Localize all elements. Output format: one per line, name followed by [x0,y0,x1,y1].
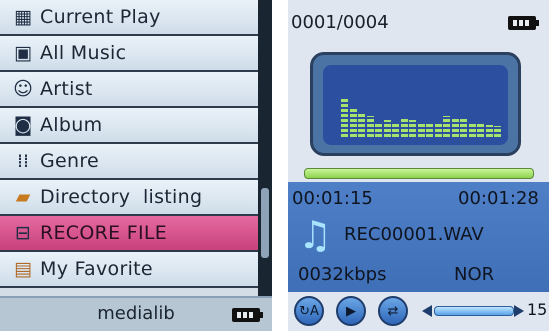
volume-slider[interactable] [434,306,514,316]
equalizer-bar [417,122,425,137]
equalizer-bar [443,116,450,137]
equalizer-bar [366,116,374,137]
menu-item-label: My Favorite [40,258,153,280]
record-file-icon: ⊟ [15,222,31,244]
volume-up-icon[interactable] [514,305,524,317]
track-filename: REC00001.WAV [344,224,484,245]
menu-item-directory-listing[interactable]: ▰ Directory listing [0,180,258,216]
menu-item-label: Genre [40,150,100,172]
menu-item-record-file[interactable]: ⊟ RECORE FILE [0,216,258,252]
equalizer-bar [392,122,399,137]
now-playing-icon: ▦ [14,6,32,28]
battery-full-icon [232,308,263,322]
equalizer-display [310,52,521,156]
progress-bar[interactable] [304,168,534,179]
total-time: 00:01:28 [458,188,539,209]
equalizer-bar [426,123,433,137]
menu-item-genre[interactable]: ⁞⁞ Genre [0,144,258,180]
media-library-screen: ▦ Current Play ▣ All Music ☺ Artist ◙ Al… [0,0,272,331]
genre-icon: ⁞⁞ [16,150,30,172]
menu-item-label: Album [40,114,103,136]
player-screen: 0001/0004 00:01:15 00:01:28 ♫ REC00001.W… [288,0,549,331]
equalizer-bar [468,123,476,137]
equalizer-bar [477,124,484,137]
track-counter: 0001/0004 [291,12,389,33]
equalizer-bar [409,120,416,137]
menu-item-all-music[interactable]: ▣ All Music [0,36,258,72]
folder-icon: ▰ [15,186,31,208]
menu-item-my-favorite[interactable]: ▤ My Favorite [0,252,258,288]
equalizer-bars [323,65,508,145]
equalizer-bar [349,108,357,137]
track-info-panel: 00:01:15 00:01:28 ♫ REC00001.WAV 0032kbp… [288,182,549,292]
volume-level: 15 [527,300,548,319]
menu-scrollbar[interactable] [258,0,272,296]
library-status-bar: medialib [0,296,272,331]
music-note-icon: ♫ [298,213,333,257]
equalizer-bar [400,119,408,137]
menu-item-album[interactable]: ◙ Album [0,108,258,144]
equalizer-bar [460,119,467,137]
menu-item-artist[interactable]: ☺ Artist [0,72,258,108]
volume-down-icon[interactable] [422,305,432,317]
eq-mode-label: NOR [454,264,495,285]
menu-item-label: All Music [40,42,127,64]
shuffle-icon[interactable]: ⇄ [378,296,408,326]
music-library-icon: ▣ [14,42,32,64]
equalizer-bar [485,125,493,137]
menu-item-label: Directory listing [40,186,203,208]
scrollbar-thumb[interactable] [261,188,269,258]
equalizer-bar [494,126,501,137]
equalizer-bar [341,98,348,137]
menu-item-label: Artist [40,78,93,100]
equalizer-bar [434,124,442,137]
album-icon: ◙ [13,114,33,136]
artist-icon: ☺ [13,78,33,100]
equalizer-bar [383,120,391,137]
menu-item-current-play[interactable]: ▦ Current Play [0,0,258,36]
battery-full-icon [508,16,539,30]
bezel-divider [272,0,288,331]
elapsed-time: 00:01:15 [292,188,373,209]
equalizer-bar [451,117,459,137]
repeat-ab-icon[interactable]: ↻A [294,296,324,326]
menu-item-label: RECORE FILE [40,222,168,244]
play-icon[interactable]: ▶ [336,296,366,326]
favorite-icon: ▤ [14,258,32,280]
equalizer-bar [358,112,365,137]
bitrate-label: 0032kbps [298,264,387,285]
library-menu: ▦ Current Play ▣ All Music ☺ Artist ◙ Al… [0,0,258,296]
controls-bar: ↻A ▶ ⇄ 15 [288,292,549,331]
menu-item-label: Current Play [40,6,161,28]
equalizer-bar [375,122,382,137]
